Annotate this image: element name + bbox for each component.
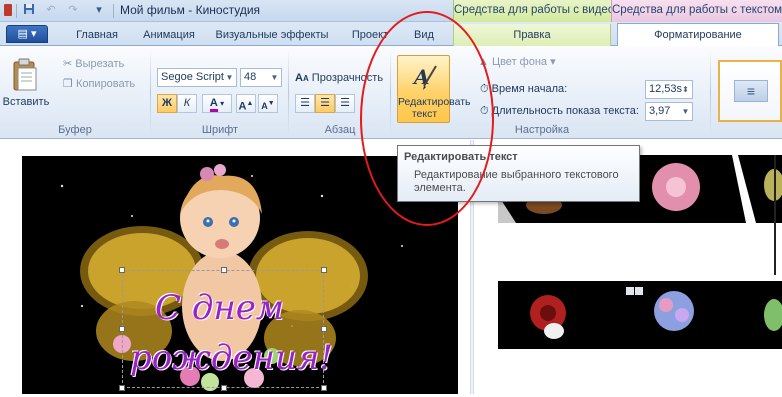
- start-time-value: 12,53s: [649, 83, 683, 95]
- tab-edit[interactable]: Правка: [453, 24, 611, 46]
- align-right-button[interactable]: ☰: [335, 94, 355, 113]
- app-icon: [4, 4, 12, 16]
- duration-label: Длительность показа текста:: [491, 105, 639, 117]
- annotation-ellipse: [360, 11, 494, 226]
- chevron-down-icon: ▼: [270, 73, 279, 82]
- cut-button[interactable]: ✂ Вырезать: [63, 56, 124, 72]
- resize-handle[interactable]: [321, 267, 327, 273]
- tab-home[interactable]: Главная: [68, 24, 126, 46]
- tab-visual-effects[interactable]: Визуальные эффекты: [210, 24, 334, 46]
- font-color-icon: A: [209, 97, 218, 112]
- align-center-icon: ☰: [320, 97, 330, 109]
- resize-handle[interactable]: [321, 385, 327, 391]
- resize-handle[interactable]: [119, 326, 125, 332]
- chevron-down-icon: ▼: [681, 107, 690, 116]
- text-effect-gallery[interactable]: ≡: [718, 60, 782, 122]
- paste-icon[interactable]: [10, 58, 40, 92]
- align-center-button[interactable]: ☰: [315, 94, 335, 113]
- divider: [113, 4, 114, 18]
- file-menu-button[interactable]: ▤ ▾: [6, 25, 48, 43]
- tab-animation[interactable]: Анимация: [132, 24, 206, 46]
- title-bar: ↶ ↷ ▾ Мой фильм - Киностудия Средства дл…: [0, 0, 782, 22]
- resize-handle[interactable]: [221, 267, 227, 273]
- customize-icon[interactable]: ▾: [92, 3, 106, 17]
- transparency-icon: AA: [295, 72, 309, 84]
- shrink-font-button[interactable]: A▼: [258, 94, 278, 113]
- save-icon[interactable]: [22, 3, 36, 17]
- align-right-icon: ☰: [340, 97, 350, 109]
- undo-icon[interactable]: ↶: [44, 3, 58, 17]
- start-time-label: Время начала:: [491, 83, 568, 95]
- storyboard-strip-2[interactable]: [498, 281, 782, 349]
- clipboard-group-label: Буфер: [58, 124, 92, 136]
- font-group-label: Шрифт: [201, 124, 239, 136]
- bg-color-label: Цвет фона: [491, 56, 548, 68]
- duration-value: 3,97: [649, 105, 671, 117]
- duration-select[interactable]: 3,97 ▼: [645, 102, 693, 121]
- font-family-select[interactable]: Segoe Script ▼: [157, 68, 237, 87]
- grow-font-button[interactable]: A▲: [236, 94, 256, 113]
- start-time-input[interactable]: 12,53s ⬍: [645, 80, 693, 99]
- divider: [16, 4, 17, 18]
- resize-handle[interactable]: [321, 326, 327, 332]
- context-tab-text-tools: Средства для работы с текстом: [611, 0, 782, 22]
- bold-button[interactable]: Ж: [157, 94, 177, 113]
- copy-button[interactable]: ❐ Копировать: [63, 76, 135, 92]
- group-separator: [710, 50, 711, 136]
- playhead[interactable]: [774, 155, 776, 275]
- tab-format[interactable]: Форматирование: [617, 23, 779, 47]
- italic-button[interactable]: К: [177, 94, 197, 113]
- grow-font-icon: A: [238, 100, 247, 113]
- duration-label-wrap: ⏱ Длительность показа текста:: [480, 103, 639, 119]
- align-left-icon: ☰: [300, 97, 310, 109]
- caption-line-2[interactable]: рождения!: [130, 338, 333, 378]
- cut-label: Вырезать: [75, 58, 125, 70]
- copy-icon: ❐: [63, 78, 73, 90]
- text-effect-icon: ≡: [734, 80, 768, 102]
- group-separator: [288, 50, 289, 136]
- context-tab-video-tools: Средства для работы с видео: [453, 0, 614, 22]
- resize-handle[interactable]: [221, 385, 227, 391]
- font-color-button[interactable]: A ▾: [202, 94, 232, 113]
- redo-icon[interactable]: ↷: [66, 3, 80, 17]
- font-size-select[interactable]: 48 ▼: [240, 68, 282, 87]
- chevron-down-icon: ▼: [225, 73, 234, 82]
- bg-color-button[interactable]: ▲ Цвет фона ▾: [478, 54, 556, 70]
- spinner-icon: ⬍: [682, 85, 689, 94]
- window-title: Мой фильм - Киностудия: [120, 3, 261, 17]
- resize-handle[interactable]: [119, 267, 125, 273]
- start-time-label-wrap: ⏱ Время начала:: [480, 81, 567, 97]
- align-left-button[interactable]: ☰: [295, 94, 315, 113]
- copy-label: Копировать: [75, 78, 136, 90]
- group-separator: [150, 50, 151, 136]
- paste-button[interactable]: Вставить: [2, 96, 50, 108]
- scissors-icon: ✂: [63, 58, 73, 70]
- font-family-value: Segoe Script: [161, 71, 224, 83]
- font-size-value: 48: [244, 71, 257, 83]
- resize-handle[interactable]: [119, 385, 125, 391]
- caption-line-1[interactable]: С днем: [155, 288, 284, 328]
